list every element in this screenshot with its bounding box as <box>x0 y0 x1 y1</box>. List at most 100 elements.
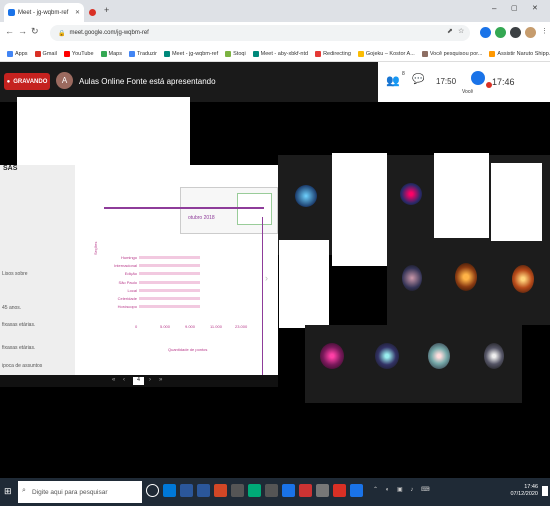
bookmark-favicon-icon <box>129 50 135 57</box>
star-icon[interactable]: ☆ <box>458 27 464 35</box>
thumbnail-overlay <box>180 187 278 234</box>
participant-avatar[interactable] <box>375 343 399 369</box>
bookmark-item[interactable]: Assistir Naruto Shipp... <box>489 50 550 57</box>
chart-bar <box>139 297 200 300</box>
meet-favicon-icon <box>8 9 15 16</box>
cortana-icon[interactable] <box>146 484 159 497</box>
edge-icon[interactable] <box>163 484 176 497</box>
minimize-icon[interactable]: – <box>492 4 496 13</box>
category-label: Celeridade <box>117 296 137 301</box>
bookmarks-bar: Apps Gmail YouTube Maps Traduzir Meet - jg-wq… <box>0 46 550 62</box>
participant-avatar[interactable] <box>428 343 450 369</box>
participant-count: 8 <box>402 71 405 77</box>
participant-avatar[interactable] <box>400 183 422 205</box>
close-window-icon[interactable]: ✕ <box>532 4 538 12</box>
next-page-icon[interactable]: › <box>149 377 151 383</box>
back-arrow-icon[interactable]: ← <box>5 26 14 36</box>
participant-avatar[interactable] <box>402 265 422 291</box>
bookmark-favicon-icon <box>421 50 428 57</box>
recording-label: GRAVANDO <box>13 78 48 85</box>
taskbar-search-input[interactable]: ⌕ Digite aqui para pesquisar <box>18 481 142 503</box>
slide-line: fixaxas etárias. <box>2 322 36 328</box>
chrome-icon[interactable] <box>333 484 346 497</box>
last-page-icon[interactable]: » <box>159 377 162 383</box>
participant-avatar[interactable] <box>295 185 317 207</box>
menu-dots-icon[interactable]: ⋮ <box>541 27 548 35</box>
address-text: meet.google.com/jg-wqbm-ref <box>69 30 149 36</box>
tab-recording[interactable] <box>86 3 100 22</box>
forward-arrow-icon[interactable]: → <box>18 26 27 36</box>
profile-avatar[interactable] <box>525 27 536 38</box>
bookmark-item[interactable]: Redirecting <box>315 50 351 57</box>
category-label: Edição <box>124 271 137 277</box>
left-page <box>0 165 75 375</box>
taskbar-date: 07/12/2020 <box>510 491 538 497</box>
x-tick-label: 23.000 <box>235 324 248 330</box>
bookmark-label: Traduzir <box>137 50 157 57</box>
maximize-icon[interactable]: ▢ <box>511 4 518 12</box>
bookmark-item[interactable]: Traduzir <box>129 50 157 57</box>
app-icon[interactable] <box>299 484 312 497</box>
new-tab-plus-icon[interactable]: + <box>104 5 109 15</box>
bookmark-favicon-icon <box>34 50 41 57</box>
bookmark-label: Maps <box>108 50 122 57</box>
bookmark-item[interactable]: Maps <box>100 50 122 57</box>
participant-avatar[interactable] <box>512 265 534 293</box>
reload-icon[interactable]: ↻ <box>31 26 39 37</box>
meeting-time: 17:50 <box>436 77 457 86</box>
extension-icon[interactable] <box>495 27 506 38</box>
page-indicator[interactable]: 4 <box>133 377 144 385</box>
chart-bar <box>139 305 200 309</box>
address-bar[interactable]: 🔒 meet.google.com/jg-wqbm-ref <box>50 25 470 41</box>
people-icon[interactable]: 👥 <box>386 74 400 87</box>
meet-extension-icon[interactable] <box>480 27 491 38</box>
header-rule <box>104 207 264 209</box>
bookmark-item[interactable]: Stoqi <box>225 50 246 57</box>
chart-bar <box>139 288 200 292</box>
meet-controls-panel: 👥 8 💬 17:50 Você 17:46 <box>378 62 550 102</box>
bookmark-item[interactable]: Gojeku – Kostor A... <box>357 50 415 57</box>
participant-avatar[interactable] <box>455 263 477 291</box>
next-page-chevron-icon[interactable]: › <box>265 273 268 283</box>
chart-bar <box>139 280 200 284</box>
participant-avatar[interactable] <box>320 343 344 369</box>
taskbar-clock[interactable]: 17:46 07/12/2020 <box>510 484 538 498</box>
bookmark-item[interactable]: Você pesquisou por... <box>421 50 482 57</box>
bookmark-item[interactable]: Meet - aby-xbkf-ntd <box>252 50 309 57</box>
windows-taskbar: ⊞ ⌕ Digite aqui para pesquisar ⌃ ◐ ▣ ♪ ⌨… <box>0 478 550 506</box>
windows-start-icon[interactable]: ⊞ <box>4 486 12 497</box>
tab-meet[interactable]: Meet - jg-wqbm-ref ✕ <box>4 3 84 22</box>
bookmark-item[interactable]: YouTube <box>63 50 94 57</box>
slide-line: 45 anos. <box>2 305 22 311</box>
app-icon[interactable] <box>282 484 295 497</box>
participant-tile-blank <box>434 153 489 238</box>
close-icon[interactable]: ✕ <box>75 9 80 16</box>
chart-bar <box>139 256 200 259</box>
slide-line: Lisos sobre <box>2 271 28 277</box>
prev-page-icon[interactable]: ‹ <box>123 377 125 383</box>
first-page-icon[interactable]: « <box>112 377 115 383</box>
explorer-icon[interactable] <box>180 484 193 497</box>
bookmark-item[interactable]: Gmail <box>34 50 57 57</box>
notification-icon[interactable] <box>542 486 548 496</box>
category-label: Horóscopo <box>117 304 137 310</box>
recording-badge: ● GRAVANDO <box>4 73 50 90</box>
app-icon[interactable] <box>316 484 329 497</box>
bookmark-label: Meet - aby-xbkf-ntd <box>260 50 309 57</box>
app-icon[interactable] <box>248 484 261 497</box>
system-tray-icons[interactable]: ⌃ ◐ ▣ ♪ ⌨ <box>373 486 433 493</box>
slide-line: ipoca de assuntos <box>2 363 43 369</box>
self-avatar[interactable] <box>471 71 485 85</box>
bookmark-favicon-icon <box>163 50 170 57</box>
bookmark-item[interactable]: Meet - jg-wqbm-ref <box>163 50 218 57</box>
powerpoint-icon[interactable] <box>214 484 227 497</box>
app-icon[interactable] <box>265 484 278 497</box>
word-icon[interactable] <box>197 484 210 497</box>
participant-avatar[interactable] <box>484 343 504 369</box>
chat-icon[interactable]: 💬 <box>412 74 424 85</box>
puzzle-icon[interactable] <box>510 27 521 38</box>
bookmark-item[interactable]: Apps <box>7 50 28 57</box>
share-icon[interactable]: ⬈ <box>447 27 453 35</box>
app-icon[interactable] <box>231 484 244 497</box>
app-icon[interactable] <box>350 484 363 497</box>
